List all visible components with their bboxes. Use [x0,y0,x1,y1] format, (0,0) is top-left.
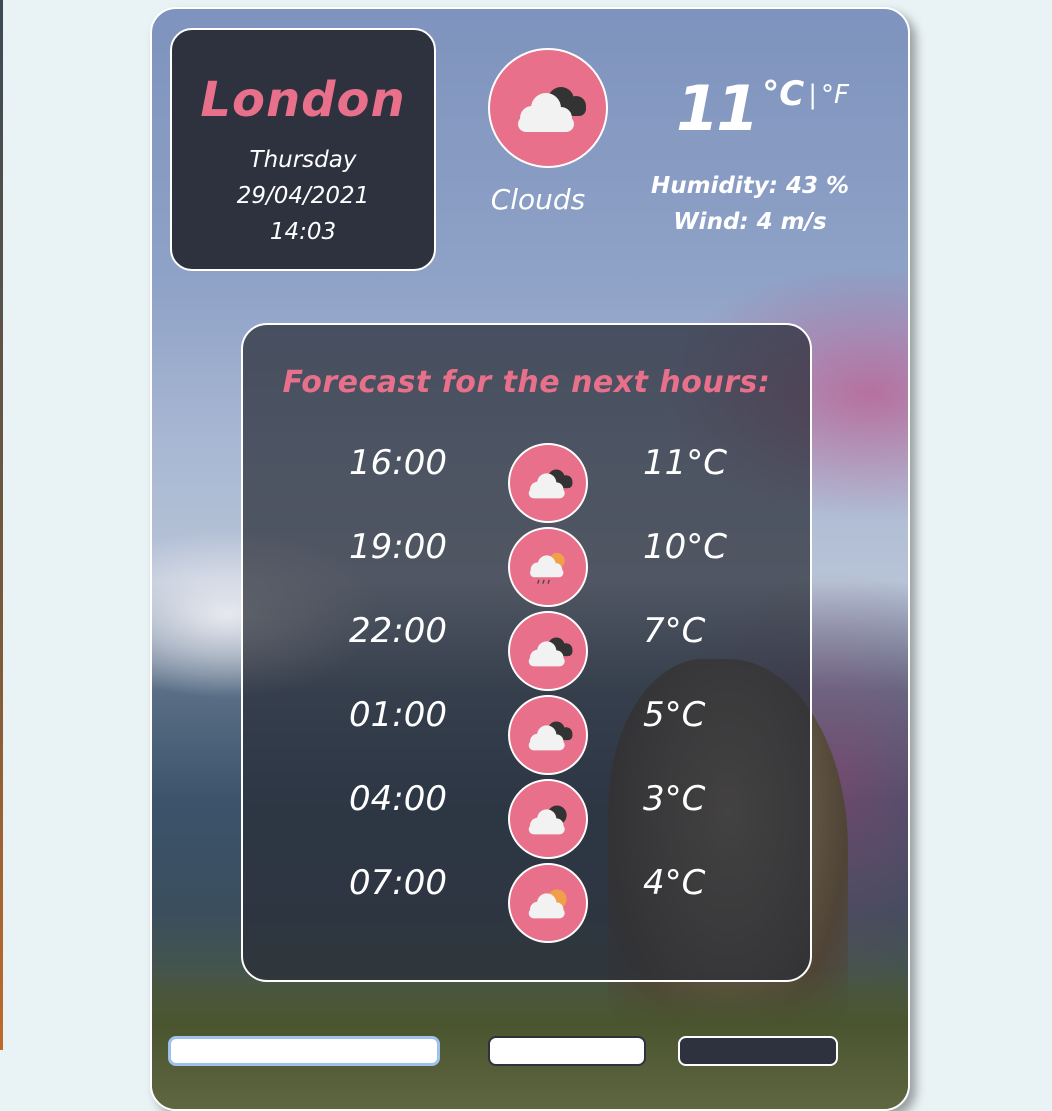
local-time: 14:03 [269,219,337,245]
celsius-link[interactable]: °C [762,74,804,114]
forecast-temp: 11°C [643,443,728,483]
forecast-time: 22:00 [349,611,447,651]
city-name: London [200,72,406,128]
weather-stats: Humidity: 43 % Wind: 4 m/s [640,168,860,240]
forecast-temp: 4°C [643,863,706,903]
forecast-temp: 7°C [643,611,706,651]
current-temperature: 11 °C | °F [676,72,849,145]
date: 29/04/2021 [236,183,370,209]
forecast-panel: Forecast for the next hours: 16:00 11°C … [241,323,812,982]
rain-sun-icon [530,552,565,584]
forecast-icon [508,527,588,607]
forecast-row: 07:00 4°C [243,863,810,947]
forecast-temp: 5°C [643,695,706,735]
forecast-time: 07:00 [349,863,447,903]
background-edge [0,0,3,1050]
current-location-button[interactable] [678,1036,838,1066]
forecast-time: 19:00 [349,527,447,567]
cloud-moon-icon [528,805,567,835]
forecast-icon [508,443,588,523]
cloud-dark-icon [528,721,573,751]
cloud-dark-icon [528,637,573,667]
forecast-icon [508,695,588,775]
humidity: Humidity: 43 % [650,173,850,199]
cloud-dark-icon [518,87,586,132]
forecast-icon [508,779,588,859]
forecast-row: 16:00 11°C [243,443,810,527]
city-info-box: London Thursday 29/04/2021 14:03 [170,28,436,271]
forecast-title: Forecast for the next hours: [282,365,771,400]
temperature-value: 11 [676,72,759,145]
forecast-time: 04:00 [349,779,447,819]
forecast-row: 01:00 5°C [243,695,810,779]
weekday: Thursday [249,147,357,173]
forecast-temp: 10°C [643,527,728,567]
forecast-row: 19:00 10°C [243,527,810,611]
forecast-time: 01:00 [349,695,447,735]
forecast-time: 16:00 [349,443,447,483]
unit-separator: | [808,80,817,110]
cloud-sun-icon [528,889,567,919]
search-button[interactable] [488,1036,646,1066]
date-time-block: Thursday 29/04/2021 14:03 [172,142,434,250]
forecast-row: 04:00 3°C [243,779,810,863]
forecast-icon [508,863,588,943]
wind-speed: Wind: 4 m/s [673,209,827,235]
forecast-temp: 3°C [643,779,706,819]
forecast-row: 22:00 7°C [243,611,810,695]
forecast-icon [508,611,588,691]
cloud-dark-icon [528,469,573,499]
current-weather-icon [488,48,608,168]
fahrenheit-link[interactable]: °F [821,80,849,110]
weather-condition: Clouds [490,183,586,216]
city-search-input[interactable] [168,1036,440,1066]
